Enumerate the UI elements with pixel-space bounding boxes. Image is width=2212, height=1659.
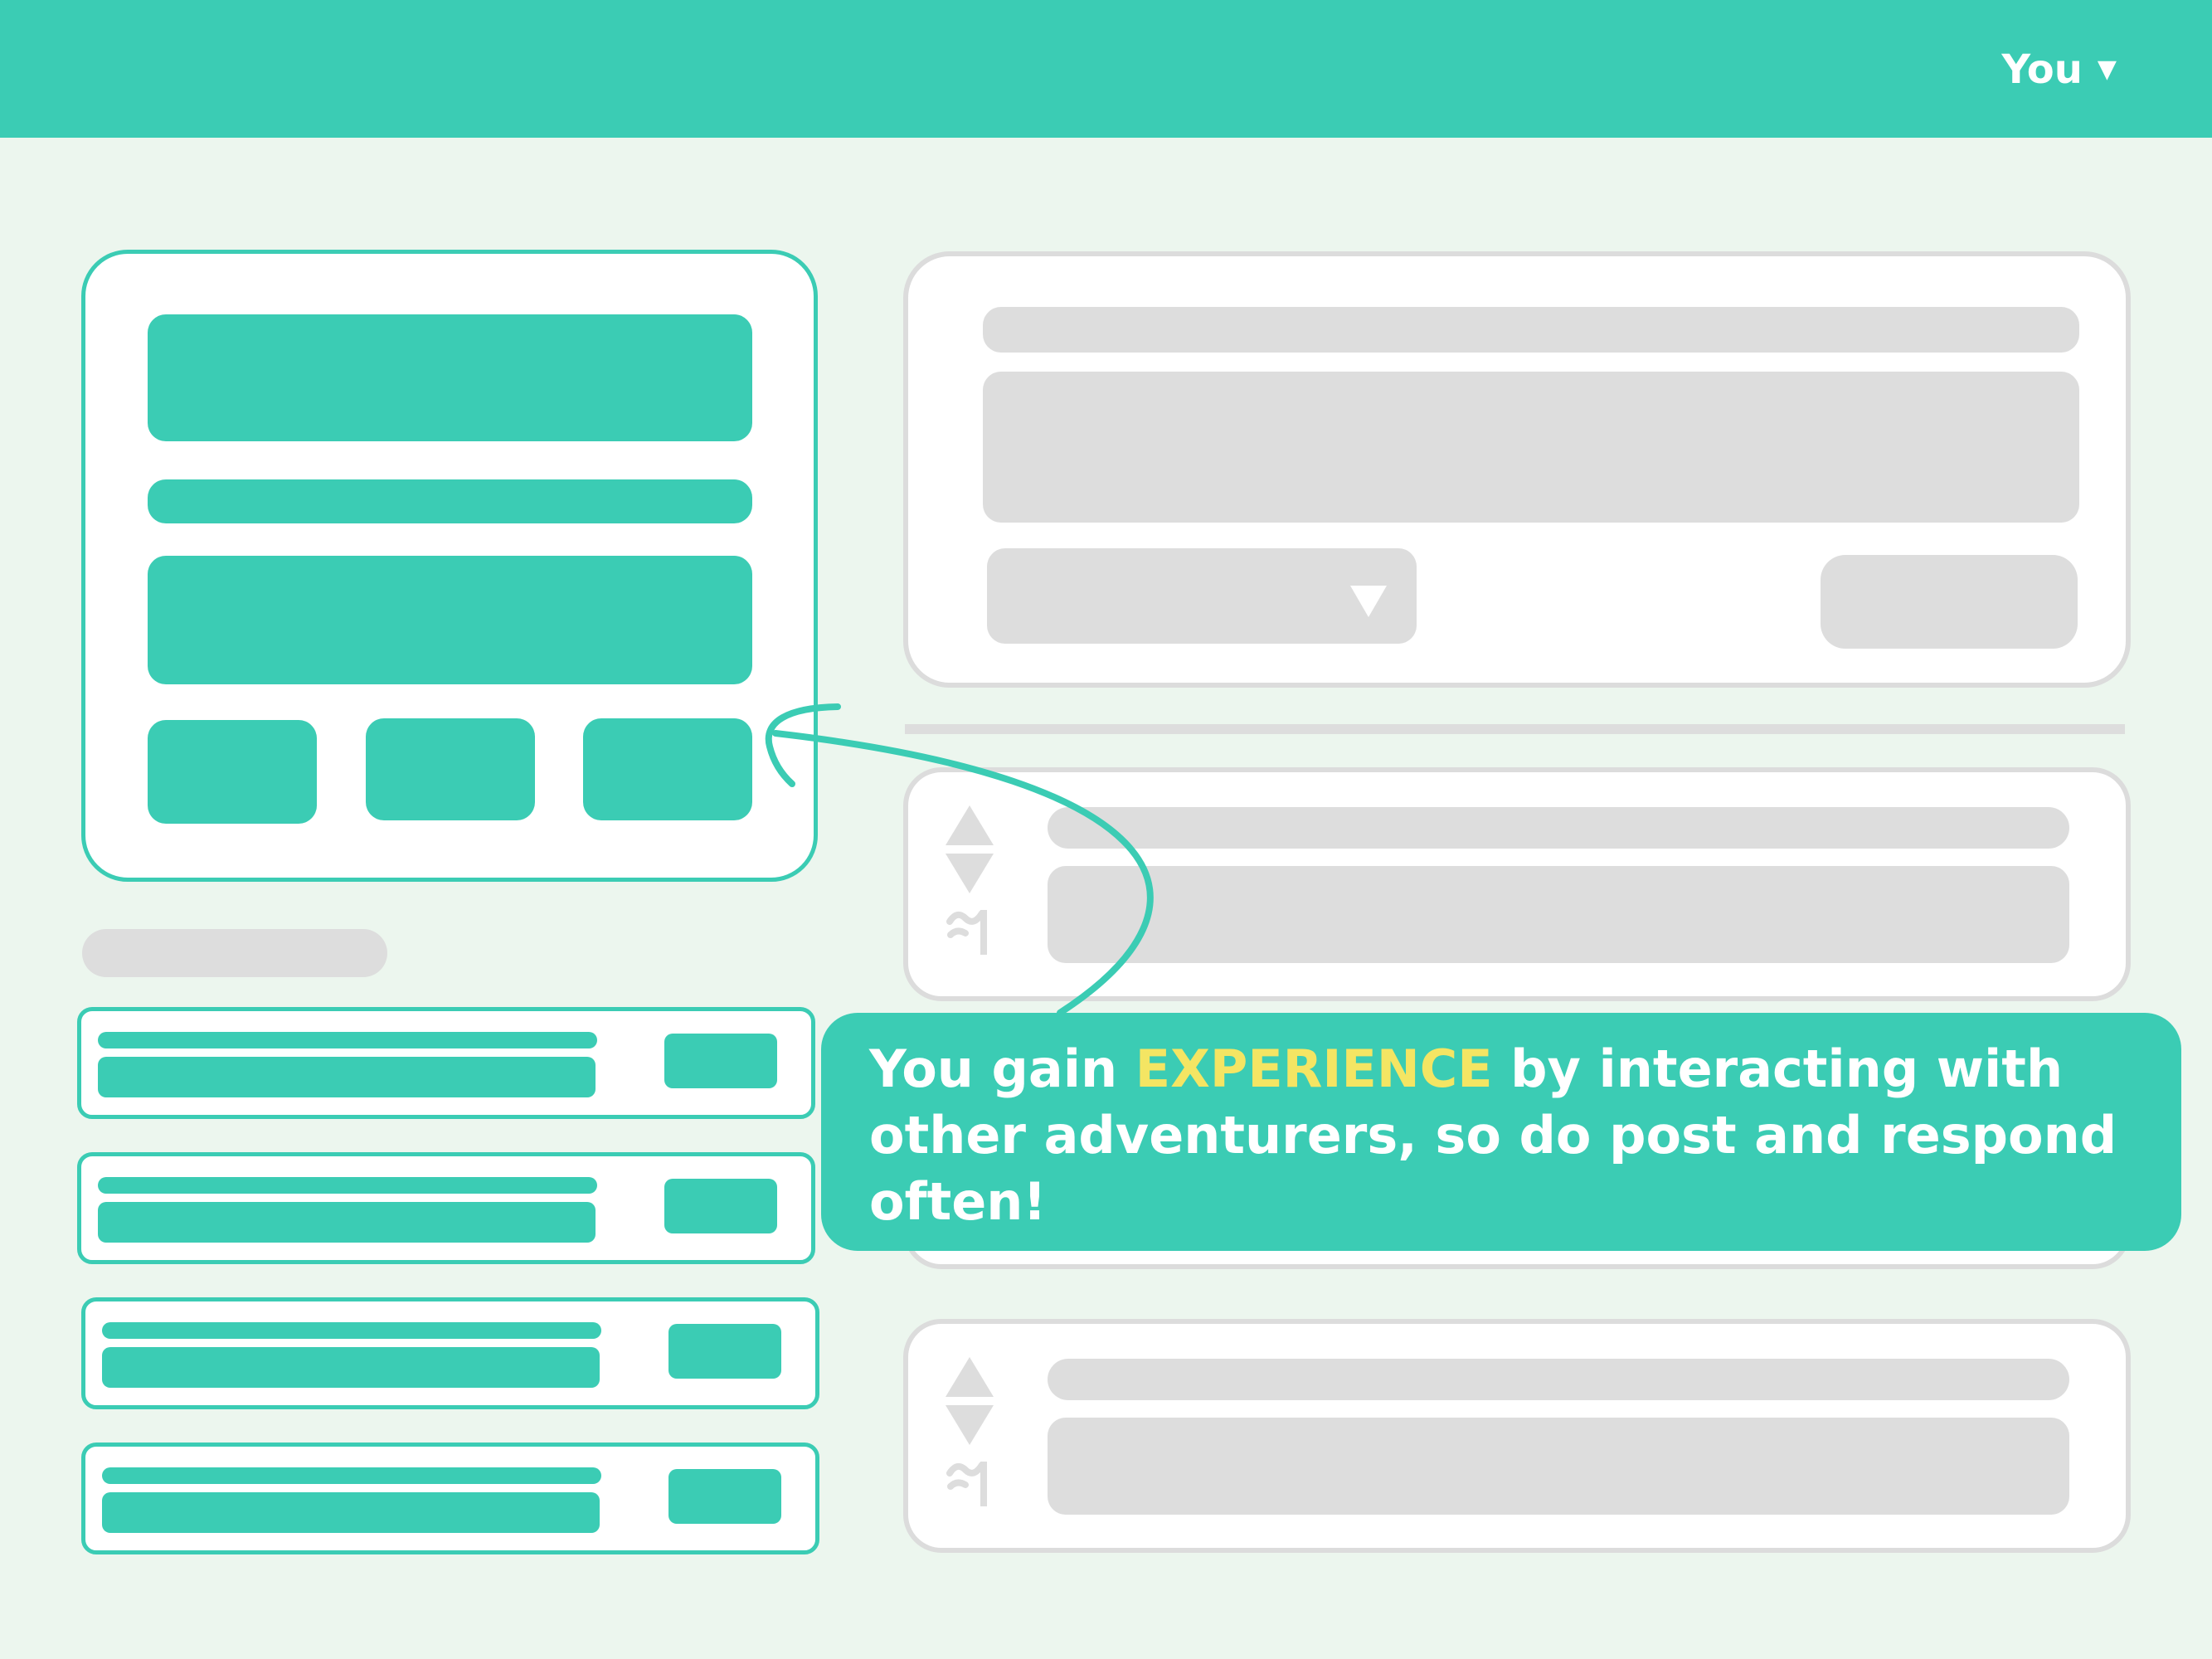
dropdown-arrow-icon [1350,586,1387,617]
chevron-down-icon: ▼ [2097,55,2117,84]
feed-divider [905,724,2125,734]
form-body-field[interactable] [148,556,752,684]
upvote-icon[interactable] [946,805,994,845]
composer-title-field[interactable] [983,307,2079,353]
list-item-subtitle-bar [102,1492,600,1533]
form-action-button-2[interactable] [366,718,535,820]
list-item-button[interactable] [668,1324,781,1379]
list-item-subtitle-bar [102,1347,600,1388]
post-form-panel [81,250,818,882]
list-item-title-bar [98,1032,597,1048]
list-item-button[interactable] [664,1034,777,1088]
downvote-icon[interactable] [946,1405,994,1445]
composer-panel [903,251,2131,688]
callout-text-before: You gain [869,1039,1135,1099]
callout-highlight: EXPERIENCE [1135,1039,1493,1099]
form-action-button-3[interactable] [583,718,752,820]
composer-submit-button[interactable] [1821,555,2078,649]
list-item-title-bar [102,1322,601,1339]
experience-callout: You gain EXPERIENCE by interacting with … [821,1013,2181,1251]
form-action-button-1[interactable] [148,720,317,824]
form-label-bar [148,479,752,523]
composer-body-field[interactable] [983,372,2079,523]
list-item[interactable] [77,1152,815,1264]
post-body-bar [1048,866,2069,963]
list-item-button[interactable] [668,1469,781,1524]
list-item[interactable] [81,1443,819,1554]
downvote-icon[interactable] [946,854,994,893]
list-item[interactable] [77,1007,815,1119]
flag-icon[interactable] [946,903,995,956]
feed-post [903,1319,2131,1553]
flag-icon[interactable] [946,1455,995,1508]
list-item-subtitle-bar [98,1202,596,1243]
form-title-field[interactable] [148,314,752,441]
composer-category-dropdown[interactable] [987,548,1417,644]
feed-post [903,767,2131,1001]
user-menu[interactable]: You ▼ [2001,43,2117,96]
list-item-title-bar [98,1177,597,1194]
list-item-subtitle-bar [98,1057,596,1097]
list-heading-placeholder [82,929,387,977]
list-item[interactable] [81,1297,819,1409]
user-menu-label: You [2001,46,2083,93]
upvote-icon[interactable] [946,1357,994,1397]
post-title-bar[interactable] [1048,807,2069,849]
list-item-title-bar [102,1467,601,1484]
list-item-button[interactable] [664,1179,777,1233]
top-navigation-bar: You ▼ [0,0,2212,138]
post-title-bar[interactable] [1048,1359,2069,1400]
post-body-bar [1048,1418,2069,1515]
